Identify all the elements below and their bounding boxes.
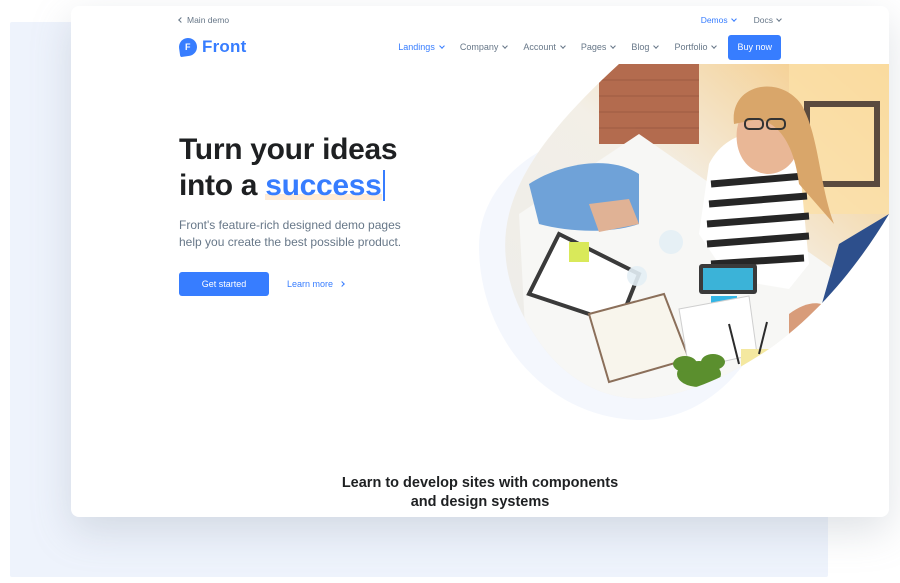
chevron-right-icon (339, 281, 345, 287)
menu-item-portfolio[interactable]: Portfolio (666, 42, 724, 52)
topbar: Main demo Demos Docs (178, 15, 782, 29)
menu-item-company[interactable]: Company (452, 42, 516, 52)
chevron-down-icon (438, 43, 445, 49)
back-to-main-demo-link[interactable]: Main demo (178, 15, 230, 25)
page: Main demo Demos Docs F Front Landings Co… (0, 0, 900, 583)
headline-line-1: Turn your ideas (179, 133, 398, 166)
chevron-left-icon (178, 17, 184, 23)
section-heading-line-1: Learn to develop sites with components (341, 475, 619, 491)
chevron-down-icon (776, 16, 782, 22)
typed-word: success (265, 169, 382, 202)
menu-item-account[interactable]: Account (515, 42, 573, 52)
menu-label: Pages (580, 42, 607, 52)
demo-preview-card: Main demo Demos Docs F Front Landings Co… (71, 6, 889, 517)
section-heading: Learn to develop sites with components a… (71, 474, 889, 512)
docs-dropdown[interactable]: Docs (753, 15, 782, 25)
learn-more-link[interactable]: Learn more (287, 279, 345, 289)
topbar-links: Demos Docs (700, 15, 782, 25)
chevron-down-icon (502, 43, 509, 49)
chevron-down-icon (653, 43, 660, 49)
menu-label: Landings (398, 42, 435, 52)
get-started-button[interactable]: Get started (179, 272, 269, 296)
back-link-label: Main demo (187, 15, 230, 25)
chevron-down-icon (610, 43, 617, 49)
hero-text: Turn your ideas into a success Front's f… (179, 132, 459, 296)
section-heading-line-2: and design systems (410, 494, 550, 510)
typed-word-text: success (265, 169, 382, 202)
logo-text: Front (202, 37, 247, 56)
navbar: F Front Landings Company Account Pages B… (177, 34, 781, 60)
hero-headline: Turn your ideas into a success (179, 132, 459, 204)
menu-item-pages[interactable]: Pages (573, 42, 624, 52)
front-logo-icon: F (177, 36, 199, 58)
hero-actions: Get started Learn more (179, 272, 459, 296)
demos-dropdown[interactable]: Demos (700, 15, 737, 25)
menu-item-landings[interactable]: Landings (390, 42, 452, 52)
menu-item-blog[interactable]: Blog (623, 42, 666, 52)
chevron-down-icon (711, 43, 718, 49)
chevron-down-icon (560, 43, 566, 49)
menu-label: Blog (631, 42, 650, 52)
docs-label: Docs (753, 15, 773, 25)
front-logo[interactable]: F Front (177, 36, 247, 58)
learn-more-label: Learn more (287, 279, 334, 289)
hero-subtitle: Front's feature-rich designed demo pages… (179, 218, 402, 249)
demos-label: Demos (700, 15, 728, 25)
headline-line-2-prefix: into a (179, 169, 266, 202)
menu-label: Portfolio (674, 42, 708, 52)
hero-team-photo (505, 64, 889, 399)
menu-label: Account (523, 42, 556, 52)
menu-label: Company (459, 42, 499, 52)
chevron-down-icon (730, 16, 737, 22)
buy-now-button[interactable]: Buy now (728, 34, 781, 60)
typing-caret (382, 170, 385, 201)
main-menu: Landings Company Account Pages Blog Port… (390, 34, 781, 60)
